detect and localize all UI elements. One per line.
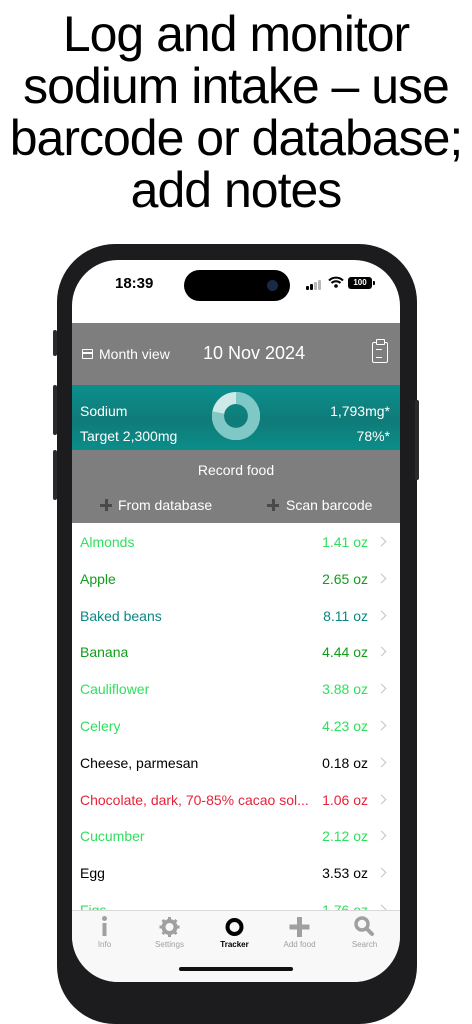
chevron-right-icon: [376, 830, 387, 841]
food-quantity: 8.11 oz: [323, 607, 368, 624]
chevron-right-icon: [376, 536, 387, 547]
plus-icon: [267, 499, 279, 511]
dynamic-island: [184, 270, 290, 301]
search-icon: [354, 916, 374, 936]
date-header: Month view 10 Nov 2024: [72, 323, 400, 385]
phone-button: [53, 385, 57, 435]
scan-barcode-button[interactable]: Scan barcode: [286, 497, 372, 513]
clipboard-icon[interactable]: [372, 339, 388, 363]
food-quantity: 2.65 oz: [322, 570, 368, 587]
chevron-right-icon: [376, 683, 387, 694]
calendar-icon[interactable]: [82, 349, 93, 359]
food-name: Almonds: [80, 534, 135, 550]
gear-icon: [159, 917, 180, 937]
tab-tracker[interactable]: Tracker: [202, 911, 267, 961]
plus-icon: [100, 499, 112, 511]
food-quantity: 3.88 oz: [322, 681, 368, 698]
sodium-summary: Sodium Target 2,300mg 1,793mg* 78%*: [72, 385, 400, 450]
food-name: Baked beans: [80, 607, 162, 624]
tab-label: Add food: [283, 940, 316, 949]
chevron-right-icon: [376, 646, 387, 657]
food-list: Almonds 1.41 oz Apple 2.65 oz Baked beans 8.1…: [72, 523, 400, 910]
sodium-amount: 1,793mg*: [330, 403, 390, 419]
food-name: Chocolate, dark, 70-85% cacao sol...: [80, 791, 309, 808]
food-name: Cucumber: [80, 828, 145, 845]
food-name: Egg: [80, 865, 105, 882]
food-row[interactable]: Cheese, parmesan 0.18 oz: [72, 744, 400, 781]
headline-line: Log and monitor: [62, 6, 410, 62]
tab-search[interactable]: Search: [332, 911, 397, 961]
food-name: Banana: [80, 644, 129, 661]
food-quantity: 1.06 oz: [322, 791, 368, 808]
food-quantity: 0.18 oz: [322, 754, 368, 771]
food-row[interactable]: Baked beans 8.11 oz: [72, 597, 400, 634]
camera-icon: [267, 280, 278, 291]
battery-tip: [373, 281, 375, 285]
food-name: Apple: [80, 570, 116, 587]
plus-icon: [289, 917, 310, 937]
chevron-right-icon: [376, 794, 387, 805]
chevron-right-icon: [376, 610, 387, 621]
record-food-panel: Record food From database Scan barcode: [72, 450, 400, 523]
food-name: Cauliflower: [80, 681, 150, 698]
food-quantity: 1.76 oz: [322, 901, 368, 910]
promo-headline: Log and monitor sodium intake – use barc…: [0, 8, 472, 216]
food-row[interactable]: Apple 2.65 oz: [72, 560, 400, 597]
food-row[interactable]: Almonds 1.41 oz: [72, 523, 400, 560]
info-icon: [102, 916, 107, 936]
food-name: Cheese, parmesan: [80, 754, 199, 771]
chevron-right-icon: [376, 867, 387, 878]
progress-ring-icon: [212, 392, 260, 440]
food-name: Celery: [80, 717, 121, 734]
ring-icon: [225, 918, 244, 936]
food-quantity: 2.12 oz: [322, 828, 368, 845]
food-quantity: 4.23 oz: [322, 717, 368, 734]
status-time: 18:39: [115, 275, 154, 292]
food-quantity: 1.41 oz: [322, 534, 368, 550]
phone-button: [415, 400, 419, 480]
phone-button: [53, 330, 57, 356]
food-row[interactable]: Chocolate, dark, 70-85% cacao sol... 1.06…: [72, 781, 400, 818]
food-row[interactable]: Cucumber 2.12 oz: [72, 817, 400, 854]
food-row[interactable]: Banana 4.44 oz: [72, 633, 400, 670]
chevron-right-icon: [376, 757, 387, 768]
food-quantity: 3.53 oz: [322, 865, 368, 882]
chevron-right-icon: [376, 573, 387, 584]
headline-line: sodium intake – use: [23, 58, 450, 114]
status-bar: 18:39 100: [72, 260, 400, 322]
tab-settings[interactable]: Settings: [137, 911, 202, 961]
food-quantity: 4.44 oz: [322, 644, 368, 661]
food-row[interactable]: Celery 4.23 oz: [72, 707, 400, 744]
chevron-right-icon: [376, 720, 387, 731]
from-database-button[interactable]: From database: [118, 497, 212, 513]
current-date[interactable]: 10 Nov 2024: [203, 343, 305, 364]
headline-line: add notes: [130, 162, 343, 218]
tab-label: Search: [351, 940, 378, 949]
phone-screen: 18:39 100 Month view 10 Nov 2024 Sodium …: [72, 260, 400, 982]
home-indicator: [179, 967, 293, 971]
tab-label: Info: [97, 940, 112, 949]
record-food-title: Record food: [197, 462, 275, 478]
month-view-button[interactable]: Month view: [99, 346, 170, 362]
sodium-percent: 78%*: [356, 428, 390, 444]
wifi-icon: [328, 276, 344, 291]
food-row[interactable]: Egg 3.53 oz: [72, 854, 400, 891]
signal-icon: [306, 279, 324, 290]
food-row[interactable]: Figs 1.76 oz: [72, 891, 400, 910]
tab-bar: Info Settings Tracker Add food Search: [72, 910, 400, 982]
food-row[interactable]: Cauliflower 3.88 oz: [72, 670, 400, 707]
food-name: Figs: [80, 901, 107, 910]
battery-icon: 100: [348, 277, 372, 289]
tab-info[interactable]: Info: [72, 911, 137, 961]
phone-button: [53, 450, 57, 500]
tab-label: Settings: [155, 940, 184, 949]
nutrient-label: Sodium: [80, 403, 128, 419]
tab-add-food[interactable]: Add food: [267, 911, 332, 961]
target-label: Target 2,300mg: [80, 428, 178, 444]
tab-label: Tracker: [220, 940, 249, 949]
headline-line: barcode or database;: [9, 110, 464, 166]
